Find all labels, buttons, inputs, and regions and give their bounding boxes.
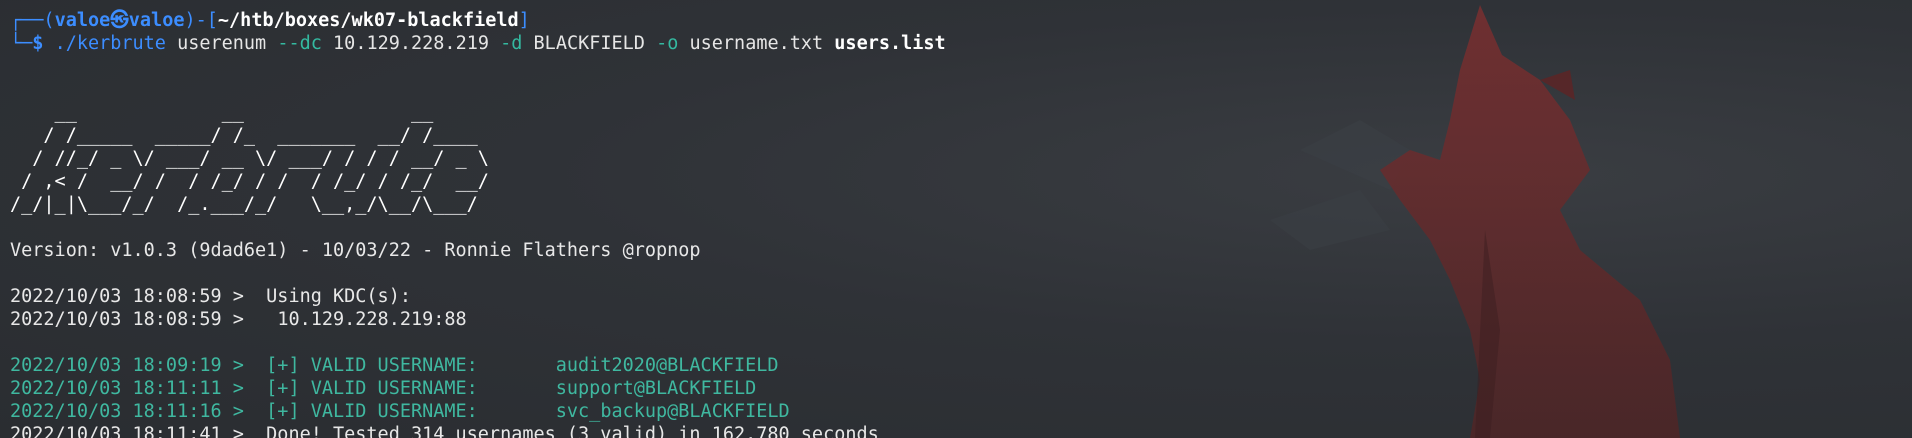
- banner-line: / ,< / __/ / / /_/ / / / /_/ / /_/ __/: [10, 171, 489, 192]
- command-flag-d: -d: [500, 33, 523, 54]
- command-outfile: username.txt: [689, 33, 824, 54]
- log-line: 2022/10/03 18:08:59 > Using KDC(s):: [10, 286, 411, 307]
- prompt-mid: )-[: [184, 10, 218, 31]
- prompt-corner-top: ┌──(: [10, 10, 55, 31]
- prompt-path: ~/htb/boxes/wk07-blackfield: [217, 10, 519, 31]
- prompt-host: valoe: [128, 10, 185, 31]
- version-line: Version: v1.0.3 (9dad6e1) - 10/03/22 - R…: [10, 240, 701, 261]
- log-line: 2022/10/03 18:08:59 > 10.129.228.219:88: [10, 309, 467, 330]
- prompt-line: ┌──(valoe㉿valoe)-[~/htb/boxes/wk07-black…: [10, 9, 1912, 32]
- prompt-at: ㉿: [110, 10, 129, 31]
- valid-username-line: 2022/10/03 18:09:19 > [+] VALID USERNAME…: [10, 355, 779, 376]
- command-domain: BLACKFIELD: [533, 33, 645, 54]
- prompt-corner-bottom: └─: [10, 33, 33, 54]
- banner-line: / //_/ _ \/ ___/ __ \/ ___/ / / / __/ _ …: [10, 148, 489, 169]
- command-subcommand: userenum: [177, 33, 267, 54]
- command-flag-dc: --dc: [277, 33, 322, 54]
- banner-line: __ __ __: [10, 102, 489, 123]
- command-dc-value: 10.129.228.219: [333, 33, 489, 54]
- prompt-end: ]: [518, 10, 530, 31]
- command-binary: ./kerbrute: [54, 33, 166, 54]
- valid-username-line: 2022/10/03 18:11:16 > [+] VALID USERNAME…: [10, 401, 790, 422]
- prompt-user: valoe: [54, 10, 111, 31]
- command-userlist: users.list: [834, 33, 946, 54]
- prompt-dollar: $: [32, 33, 55, 54]
- banner-line: / /_____ _____/ /_ _______ __/ /____: [10, 125, 489, 146]
- valid-username-line: 2022/10/03 18:11:11 > [+] VALID USERNAME…: [10, 378, 757, 399]
- command-line[interactable]: └─$ ./kerbrute userenum --dc 10.129.228.…: [10, 32, 1912, 55]
- command-flag-o: -o: [656, 33, 679, 54]
- terminal-window[interactable]: ┌──(valoe㉿valoe)-[~/htb/boxes/wk07-black…: [0, 0, 1912, 438]
- banner-line: /_/|_|\___/_/ /_.___/_/ \__,_/\__/\___/: [10, 194, 489, 215]
- summary-line: 2022/10/03 18:11:41 > Done! Tested 314 u…: [10, 424, 879, 438]
